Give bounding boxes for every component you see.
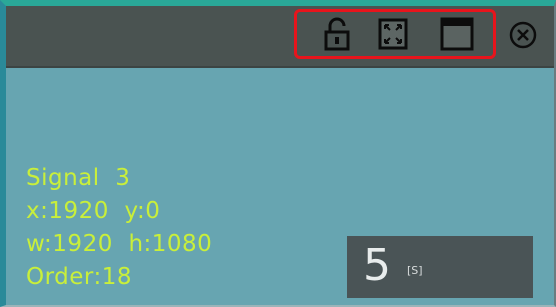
signal-window[interactable]: Signal 3 x:1920 y:0 w:1920 h:1080 Order:… <box>0 0 556 307</box>
countdown-value: 5 <box>363 240 391 291</box>
countdown-box: 5 [S] <box>347 236 533 298</box>
signal-label: Signal 3 <box>26 165 131 191</box>
window-titlebar[interactable] <box>6 6 554 68</box>
close-icon[interactable] <box>508 20 538 50</box>
countdown-unit: [S] <box>407 264 423 277</box>
titlebar-controls-highlight <box>294 9 496 59</box>
size-label: w:1920 h:1080 <box>26 231 213 257</box>
order-label: Order:18 <box>26 264 132 290</box>
position-label: x:1920 y:0 <box>26 198 161 224</box>
